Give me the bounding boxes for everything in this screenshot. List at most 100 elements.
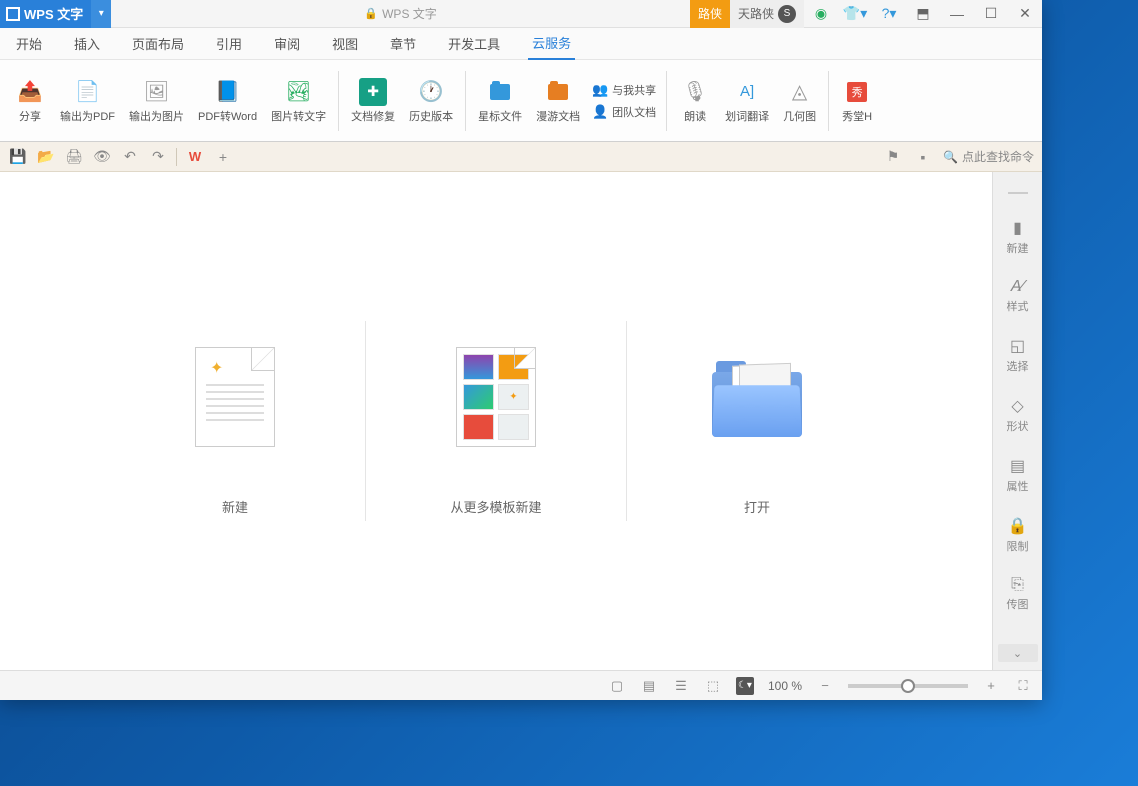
side-handle[interactable]: [1008, 192, 1028, 194]
open-folder-icon: [687, 327, 827, 467]
open-card[interactable]: 打开: [667, 307, 847, 536]
restrict-icon: 🔒: [1008, 516, 1028, 536]
ribbon-roam-docs[interactable]: 漫游文档: [530, 74, 586, 128]
ribbon-separator: [465, 71, 466, 131]
close-icon[interactable]: ✕: [1008, 0, 1042, 28]
from-template-card[interactable]: 从更多模板新建: [406, 307, 586, 536]
ribbon-tabs: 开始 插入 页面布局 引用 审阅 视图 章节 开发工具 云服务: [0, 28, 1042, 60]
qb-phone-icon[interactable]: ▪: [913, 147, 933, 167]
view-page-icon[interactable]: ▢: [608, 677, 626, 695]
side-expand-icon[interactable]: ⌄: [998, 644, 1038, 662]
search-command[interactable]: 🔍 点此查找命令: [943, 148, 1034, 165]
tab-chapters[interactable]: 章节: [386, 28, 420, 59]
team-docs-icon: 👤: [592, 104, 608, 120]
ribbon-share[interactable]: 📤 分享: [8, 74, 52, 128]
share-icon: 📤: [16, 78, 44, 106]
user-button[interactable]: 天路侠 S: [730, 0, 804, 28]
qb-redo-icon[interactable]: ↷: [148, 147, 168, 167]
translate-icon: A]: [733, 78, 761, 106]
minimize-icon[interactable]: —: [940, 0, 974, 28]
ribbon-word-translate[interactable]: A] 划词翻译: [719, 74, 775, 128]
ribbon-output-pdf[interactable]: 📄 输出为PDF: [54, 74, 121, 128]
qb-save-icon[interactable]: 💾: [8, 147, 28, 167]
fullscreen-icon[interactable]: ⛶: [1014, 677, 1032, 695]
zoom-out-icon[interactable]: −: [816, 677, 834, 695]
app-window: WPS 文字 ▾ 🔒 WPS 文字 路侠 天路侠 S ◉ 👕▾ ?▾ ⬒ — ☐…: [0, 0, 1042, 700]
zoom-in-icon[interactable]: +: [982, 677, 1000, 695]
zoom-slider[interactable]: [848, 684, 968, 688]
share-with-me-icon: 👥: [592, 82, 608, 98]
qb-print-icon[interactable]: 🖨: [64, 147, 84, 167]
help-icon[interactable]: ?▾: [872, 0, 906, 28]
sync-icon[interactable]: ◉: [804, 0, 838, 28]
tab-view[interactable]: 视图: [328, 28, 362, 59]
side-restrict[interactable]: 🔒 限制: [993, 512, 1042, 558]
ocr-icon: 🏞: [285, 78, 313, 106]
side-new[interactable]: ▮ 新建: [993, 214, 1042, 260]
new-doc-icon: ✦: [165, 327, 305, 467]
tab-review[interactable]: 审阅: [270, 28, 304, 59]
ribbon-separator: [828, 71, 829, 131]
app-logo[interactable]: WPS 文字: [0, 0, 91, 28]
start-screen: ✦ 新建 从更多模板新建: [0, 172, 992, 670]
new-document-card[interactable]: ✦ 新建: [145, 307, 325, 536]
new-page-icon: ▮: [1013, 218, 1022, 238]
zoom-level: 100 %: [768, 679, 802, 693]
ribbon-doc-repair[interactable]: ✚ 文档修复: [345, 74, 401, 128]
side-panel: ▮ 新建 A⁄ 样式 ◱ 选择 ◇ 形状 ▤ 属性 🔒 限制: [992, 172, 1042, 670]
qb-preview-icon[interactable]: 👁: [92, 147, 112, 167]
maximize-icon[interactable]: ☐: [974, 0, 1008, 28]
side-select[interactable]: ◱ 选择: [993, 332, 1042, 378]
app-name: WPS 文字: [24, 4, 83, 23]
qb-add-icon[interactable]: +: [213, 147, 233, 167]
view-web-icon[interactable]: ⬚: [704, 677, 722, 695]
card-separator: [365, 321, 366, 521]
titlebar: WPS 文字 ▾ 🔒 WPS 文字 路侠 天路侠 S ◉ 👕▾ ?▾ ⬒ — ☐…: [0, 0, 1042, 28]
ribbon-xiutang[interactable]: 秀 秀堂H: [835, 74, 879, 128]
geometry-icon: ◬: [786, 78, 814, 106]
view-layout-icon[interactable]: ▤: [640, 677, 658, 695]
tab-page-layout[interactable]: 页面布局: [128, 28, 188, 59]
ribbon-geometry[interactable]: ◬ 几何图: [777, 74, 822, 128]
microphone-icon: 🎙: [681, 78, 709, 106]
collapse-ribbon-icon[interactable]: ⬒: [906, 0, 940, 28]
window-title: 🔒 WPS 文字: [111, 5, 690, 22]
side-style[interactable]: A⁄ 样式: [993, 274, 1042, 318]
tshirt-icon[interactable]: 👕▾: [838, 0, 872, 28]
ribbon-share-with-me[interactable]: 👥 与我共享: [588, 80, 660, 100]
search-icon: 🔍: [943, 150, 958, 164]
side-transfer[interactable]: ⎘ 传图: [993, 572, 1042, 616]
luxia-button[interactable]: 路侠: [690, 0, 730, 28]
tab-dev-tools[interactable]: 开发工具: [444, 28, 504, 59]
roam-folder-icon: [544, 78, 572, 106]
tab-cloud[interactable]: 云服务: [528, 27, 575, 60]
status-bar: ▢ ▤ ☰ ⬚ ☾▾ 100 % − + ⛶: [0, 670, 1042, 700]
ribbon-star-files[interactable]: 星标文件: [472, 74, 528, 128]
ribbon-pdf-to-word[interactable]: 📘 PDF转Word: [192, 74, 263, 128]
qb-open-icon[interactable]: 📂: [36, 147, 56, 167]
shape-icon: ◇: [1011, 396, 1023, 416]
select-icon: ◱: [1010, 336, 1025, 356]
tab-references[interactable]: 引用: [212, 28, 246, 59]
tab-insert[interactable]: 插入: [70, 28, 104, 59]
side-shape[interactable]: ◇ 形状: [993, 392, 1042, 438]
side-props[interactable]: ▤ 属性: [993, 452, 1042, 498]
qb-flag-icon[interactable]: ⚑: [883, 147, 903, 167]
ribbon-img-to-text[interactable]: 🏞 图片转文字: [265, 74, 332, 128]
night-mode-icon[interactable]: ☾▾: [736, 677, 754, 695]
ribbon-history[interactable]: 🕐 历史版本: [403, 74, 459, 128]
tab-start[interactable]: 开始: [12, 28, 46, 59]
ribbon-read-aloud[interactable]: 🎙 朗读: [673, 74, 717, 128]
title-dropdown-icon[interactable]: ▾: [91, 0, 111, 28]
star-folder-icon: [486, 78, 514, 106]
main-area: ✦ 新建 从更多模板新建: [0, 172, 1042, 670]
ribbon-separator: [338, 71, 339, 131]
wps-logo-icon[interactable]: W: [185, 147, 205, 167]
qb-undo-icon[interactable]: ↶: [120, 147, 140, 167]
quick-access-bar: 💾 📂 🖨 👁 ↶ ↷ W + ⚑ ▪ 🔍 点此查找命令: [0, 142, 1042, 172]
view-outline-icon[interactable]: ☰: [672, 677, 690, 695]
ribbon-team-docs[interactable]: 👤 团队文档: [588, 102, 660, 122]
ribbon-separator: [666, 71, 667, 131]
ribbon-output-img[interactable]: 🖼 输出为图片: [123, 74, 190, 128]
ribbon-content: 📤 分享 📄 输出为PDF 🖼 输出为图片 📘 PDF转Word 🏞 图片转文字…: [0, 60, 1042, 142]
